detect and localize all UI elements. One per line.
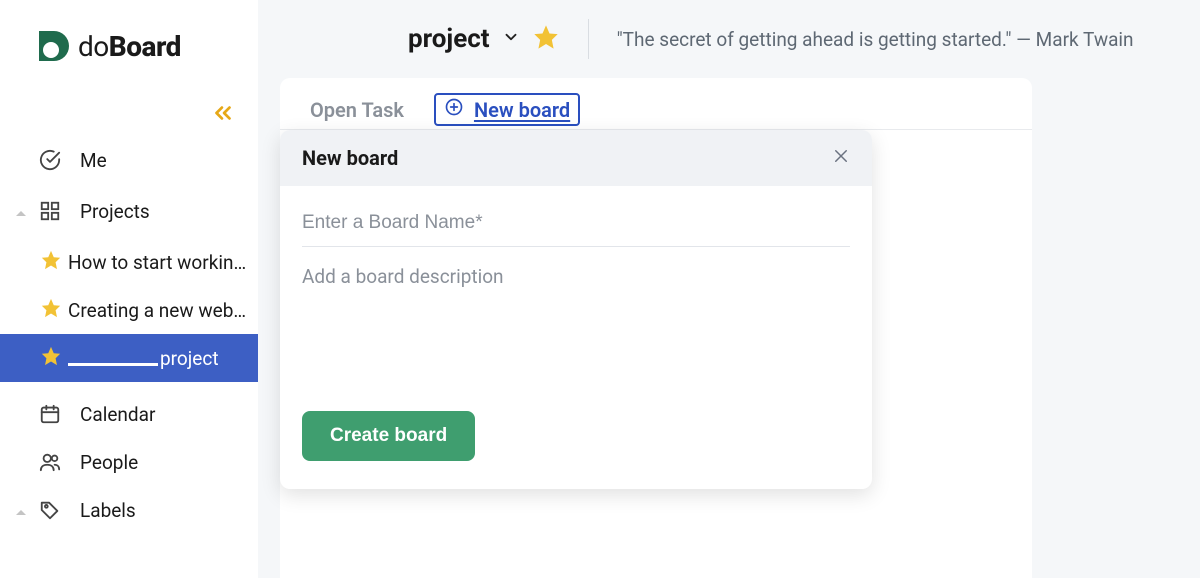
quote-text: "The secret of getting ahead is getting … xyxy=(617,28,1134,51)
caret-icon xyxy=(16,499,26,522)
nav-labels[interactable]: Labels xyxy=(0,486,258,534)
people-icon xyxy=(38,451,62,473)
collapse-sidebar-button[interactable] xyxy=(210,100,236,130)
project-label: Creating a new web… xyxy=(68,299,246,322)
main: project "The secret of getting ahead is … xyxy=(258,0,1200,578)
nav: Me Projects How to start workin… xyxy=(0,136,258,534)
new-board-label: New board xyxy=(474,98,570,122)
nav-label: People xyxy=(80,451,138,474)
redacted-text xyxy=(68,363,158,366)
plus-circle-icon xyxy=(444,97,464,122)
star-icon xyxy=(40,297,62,324)
project-label: project xyxy=(160,347,219,370)
content: Open Task New board New board xyxy=(258,78,1200,578)
board-description-input[interactable] xyxy=(302,247,850,397)
modal-title: New board xyxy=(302,146,398,170)
star-icon[interactable] xyxy=(532,23,560,55)
divider xyxy=(588,19,589,59)
calendar-icon xyxy=(38,403,62,425)
project-label: How to start workin… xyxy=(68,251,246,274)
caret-icon xyxy=(16,200,26,223)
tab-open-task[interactable]: Open Task xyxy=(310,98,404,122)
logo-text: doBoard xyxy=(78,30,181,63)
new-board-modal: New board Create board xyxy=(280,130,872,489)
logo-icon xyxy=(36,29,70,63)
star-icon xyxy=(40,249,62,276)
star-icon xyxy=(40,345,62,372)
tag-icon xyxy=(38,499,62,521)
board-name-input[interactable] xyxy=(302,206,850,247)
nav-label: Labels xyxy=(80,499,136,522)
sidebar: doBoard Me xyxy=(0,0,258,578)
nav-calendar[interactable]: Calendar xyxy=(0,390,258,438)
tabs: Open Task New board xyxy=(280,90,1032,130)
close-icon[interactable] xyxy=(832,147,850,169)
nav-label: Projects xyxy=(80,200,150,223)
nav-label: Calendar xyxy=(80,403,155,426)
nav-people[interactable]: People xyxy=(0,438,258,486)
check-circle-icon xyxy=(38,149,62,171)
sidebar-item-project-active[interactable]: project xyxy=(0,334,258,382)
chevron-down-icon xyxy=(502,28,520,50)
create-board-button[interactable]: Create board xyxy=(302,411,475,461)
project-name: project xyxy=(408,24,490,54)
nav-projects[interactable]: Projects xyxy=(0,184,258,238)
sidebar-item-project[interactable]: Creating a new web… xyxy=(0,286,258,334)
nav-me[interactable]: Me xyxy=(0,136,258,184)
modal-header: New board xyxy=(280,130,872,186)
logo[interactable]: doBoard xyxy=(0,0,258,92)
topbar: project "The secret of getting ahead is … xyxy=(258,0,1200,78)
project-switcher[interactable]: project xyxy=(408,23,560,55)
modal-body: Create board xyxy=(280,186,872,489)
new-board-button[interactable]: New board xyxy=(434,93,580,126)
sidebar-item-project[interactable]: How to start workin… xyxy=(0,238,258,286)
grid-icon xyxy=(38,200,62,222)
nav-label: Me xyxy=(80,149,107,172)
